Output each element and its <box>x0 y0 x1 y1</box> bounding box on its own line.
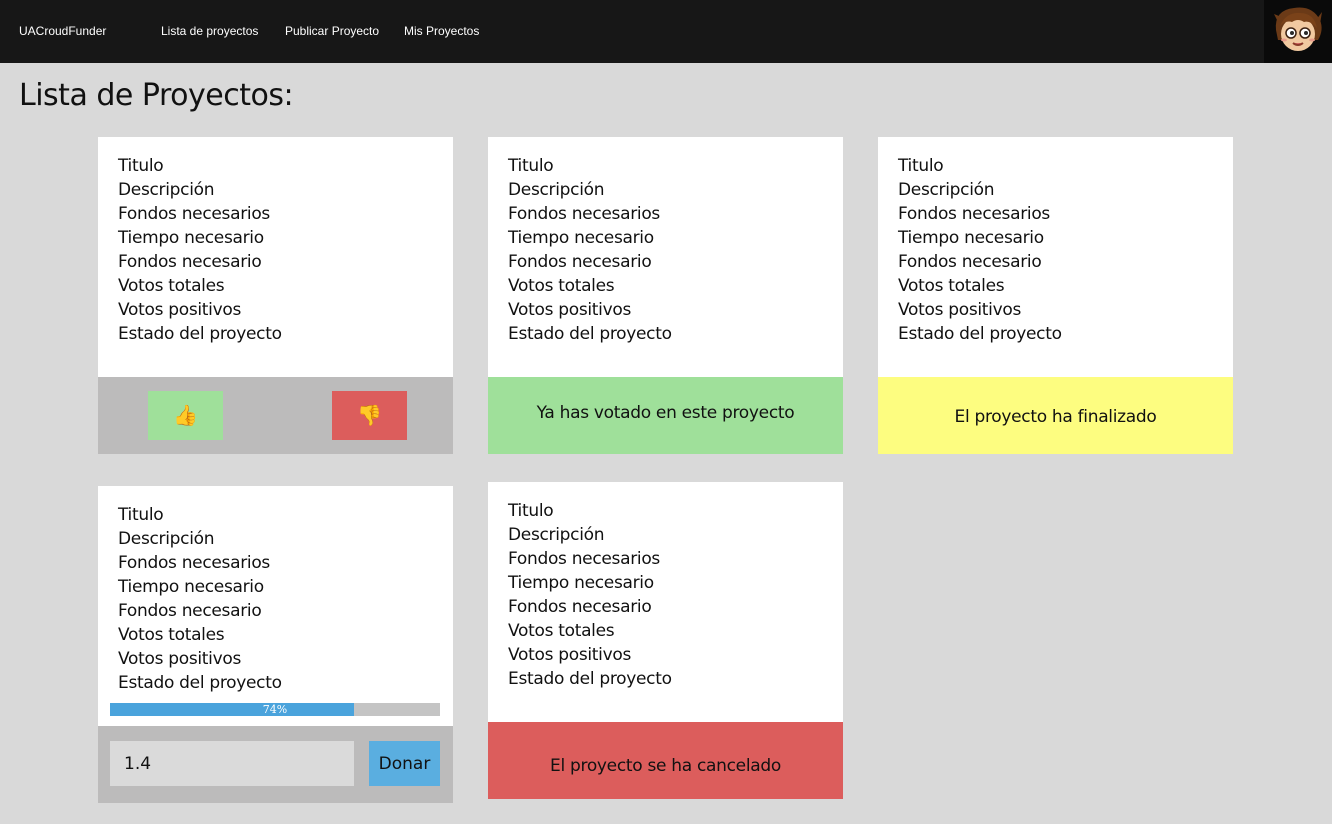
funding-progress-label: 74% <box>262 703 288 716</box>
project-card: Titulo Descripción Fondos necesarios Tie… <box>98 486 453 803</box>
field-tiempo-necesario: Tiempo necesario <box>508 228 654 248</box>
field-fondos-necesarios: Fondos necesarios <box>508 549 660 569</box>
field-estado: Estado del proyecto <box>118 673 282 693</box>
project-fields: Titulo Descripción Fondos necesarios Tie… <box>508 154 672 346</box>
voted-message: Ya has votado en este proyecto <box>536 402 795 423</box>
page-title: Lista de Proyectos: <box>19 78 294 113</box>
field-votos-positivos: Votos positivos <box>508 645 632 665</box>
upvote-button[interactable]: 👍 <box>148 391 223 440</box>
field-tiempo-necesario: Tiempo necesario <box>118 577 264 597</box>
field-estado: Estado del proyecto <box>898 324 1062 344</box>
field-votos-positivos: Votos positivos <box>118 300 242 320</box>
donate-footer: Donar <box>98 726 453 803</box>
cancelled-message: El proyecto se ha cancelado <box>550 755 781 776</box>
field-descripcion: Descripción <box>118 180 215 200</box>
nav-publicar-proyecto[interactable]: Publicar Proyecto <box>285 24 379 38</box>
donate-button[interactable]: Donar <box>369 741 440 786</box>
field-votos-positivos: Votos positivos <box>898 300 1022 320</box>
field-votos-positivos: Votos positivos <box>508 300 632 320</box>
thumbs-down-icon: 👎 <box>357 405 382 427</box>
funding-progress-bar: 74% <box>110 703 440 716</box>
field-titulo: Titulo <box>898 156 944 176</box>
nav-lista-proyectos[interactable]: Lista de proyectos <box>161 24 258 38</box>
field-descripcion: Descripción <box>508 180 605 200</box>
voted-footer: Ya has votado en este proyecto <box>488 377 843 454</box>
user-avatar[interactable] <box>1264 0 1332 63</box>
field-fondos-necesario: Fondos necesario <box>508 252 652 272</box>
finished-message: El proyecto ha finalizado <box>954 406 1157 427</box>
vote-footer: 👍 👎 <box>98 377 453 454</box>
project-fields: Titulo Descripción Fondos necesarios Tie… <box>898 154 1062 346</box>
field-fondos-necesario: Fondos necesario <box>118 252 262 272</box>
field-estado: Estado del proyecto <box>508 669 672 689</box>
field-titulo: Titulo <box>118 156 164 176</box>
project-card: Titulo Descripción Fondos necesarios Tie… <box>488 137 843 454</box>
nav-mis-proyectos[interactable]: Mis Proyectos <box>404 24 479 38</box>
field-descripcion: Descripción <box>898 180 995 200</box>
project-card: Titulo Descripción Fondos necesarios Tie… <box>878 137 1233 454</box>
thumbs-up-icon: 👍 <box>173 405 198 427</box>
field-tiempo-necesario: Tiempo necesario <box>118 228 264 248</box>
field-titulo: Titulo <box>508 501 554 521</box>
field-fondos-necesarios: Fondos necesarios <box>118 204 270 224</box>
field-fondos-necesarios: Fondos necesarios <box>898 204 1050 224</box>
donation-amount-input[interactable] <box>110 741 354 786</box>
project-fields: Titulo Descripción Fondos necesarios Tie… <box>118 154 282 346</box>
navbar: UACroudFunder Lista de proyectos Publica… <box>0 0 1332 63</box>
field-estado: Estado del proyecto <box>118 324 282 344</box>
field-tiempo-necesario: Tiempo necesario <box>508 573 654 593</box>
field-votos-totales: Votos totales <box>118 276 225 296</box>
field-titulo: Titulo <box>508 156 554 176</box>
field-fondos-necesarios: Fondos necesarios <box>118 553 270 573</box>
field-descripcion: Descripción <box>508 525 605 545</box>
brand-link[interactable]: UACroudFunder <box>19 24 106 38</box>
field-tiempo-necesario: Tiempo necesario <box>898 228 1044 248</box>
avatar-icon <box>1274 7 1322 51</box>
downvote-button[interactable]: 👎 <box>332 391 407 440</box>
field-votos-totales: Votos totales <box>508 276 615 296</box>
field-votos-positivos: Votos positivos <box>118 649 242 669</box>
field-votos-totales: Votos totales <box>508 621 615 641</box>
cancelled-footer: El proyecto se ha cancelado <box>488 722 843 799</box>
field-votos-totales: Votos totales <box>898 276 1005 296</box>
field-fondos-necesarios: Fondos necesarios <box>508 204 660 224</box>
finished-footer: El proyecto ha finalizado <box>878 377 1233 454</box>
field-votos-totales: Votos totales <box>118 625 225 645</box>
project-card: Titulo Descripción Fondos necesarios Tie… <box>488 482 843 799</box>
project-card: Titulo Descripción Fondos necesarios Tie… <box>98 137 453 454</box>
field-descripcion: Descripción <box>118 529 215 549</box>
project-fields: Titulo Descripción Fondos necesarios Tie… <box>118 503 282 695</box>
field-fondos-necesario: Fondos necesario <box>118 601 262 621</box>
field-titulo: Titulo <box>118 505 164 525</box>
field-fondos-necesario: Fondos necesario <box>898 252 1042 272</box>
field-fondos-necesario: Fondos necesario <box>508 597 652 617</box>
field-estado: Estado del proyecto <box>508 324 672 344</box>
project-fields: Titulo Descripción Fondos necesarios Tie… <box>508 499 672 691</box>
